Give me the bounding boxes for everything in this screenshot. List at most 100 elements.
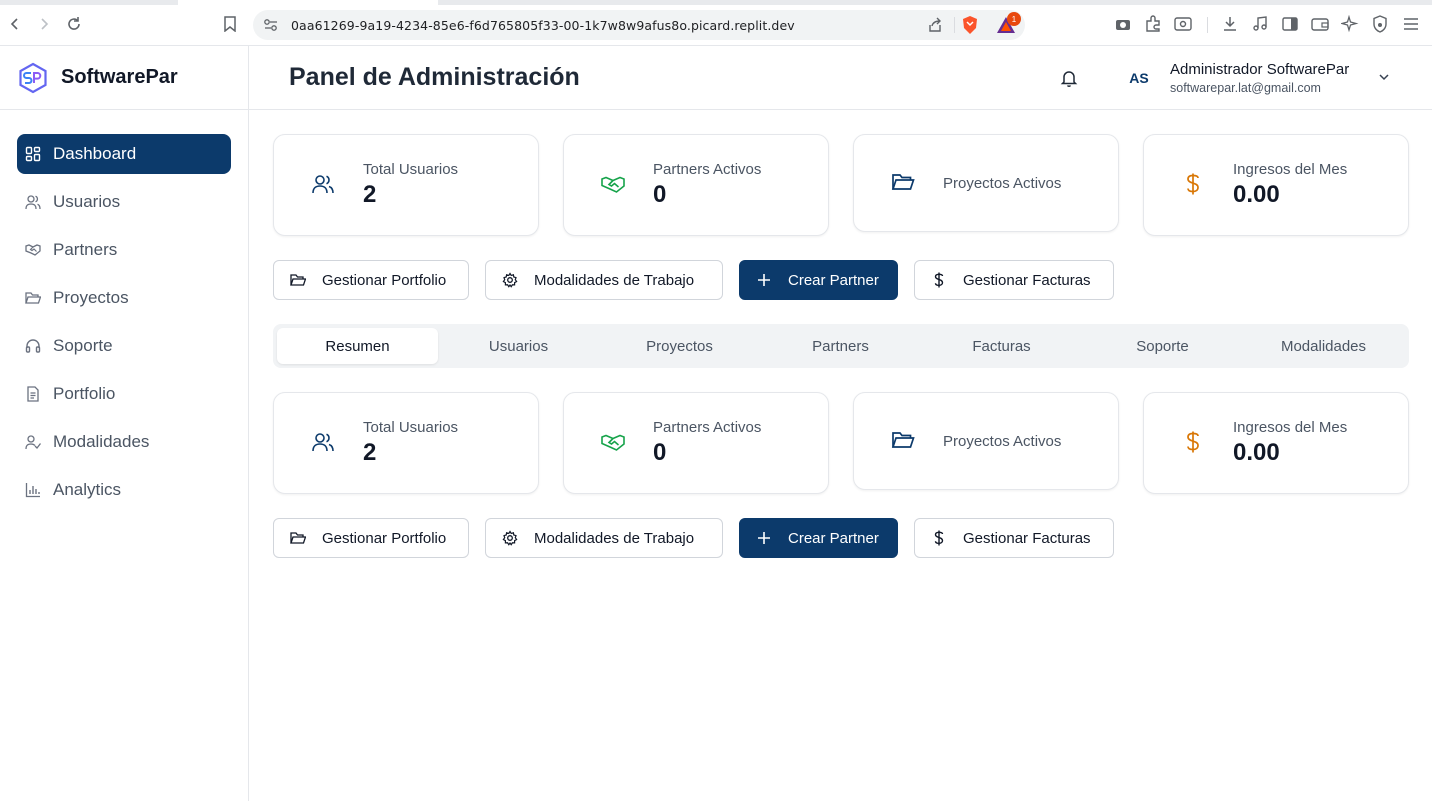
reload-icon[interactable]	[63, 13, 85, 35]
download-icon[interactable]	[1219, 13, 1241, 35]
button-label: Gestionar Facturas	[963, 529, 1091, 547]
user-check-icon	[25, 434, 41, 450]
gestionar-portfolio-button[interactable]: Gestionar Portfolio	[273, 518, 469, 558]
sidebar-item-label: Usuarios	[53, 192, 121, 211]
stat-label: Total Usuarios	[363, 419, 459, 436]
sidebar-item-label: Modalidades	[53, 432, 150, 451]
crear-partner-button[interactable]: Crear Partner	[739, 260, 898, 300]
gestionar-facturas-button[interactable]: Gestionar Facturas	[914, 518, 1114, 558]
sidebar-item-proyectos[interactable]: Proyectos	[17, 278, 231, 318]
sidebar-item-dashboard[interactable]: Dashboard	[17, 134, 231, 174]
stat-label: Partners Activos	[653, 419, 762, 436]
crear-partner-button[interactable]: Crear Partner	[739, 518, 898, 558]
stat-value: 2	[363, 439, 377, 466]
tab-proyectos[interactable]: Proyectos	[599, 328, 760, 364]
bar-chart-icon	[25, 482, 41, 498]
users-icon	[312, 433, 334, 452]
tab-soporte[interactable]: Soporte	[1082, 328, 1243, 364]
stat-label: Ingresos del Mes	[1233, 419, 1348, 436]
handshake-icon	[601, 176, 625, 193]
stats-row: Total Usuarios 2 Partners Activos 0 Proy…	[273, 134, 1409, 236]
tab-usuarios[interactable]: Usuarios	[438, 328, 599, 364]
stat-label: Total Usuarios	[363, 161, 459, 178]
bell-icon[interactable]	[1059, 68, 1079, 88]
sidebar-item-portfolio[interactable]: Portfolio	[17, 374, 231, 414]
stat-card-partners-activos: Partners Activos 0	[563, 134, 829, 236]
tab-partners[interactable]: Partners	[760, 328, 921, 364]
sidebar-item-soporte[interactable]: Soporte	[17, 326, 231, 366]
tab-facturas[interactable]: Facturas	[921, 328, 1082, 364]
tab-resumen[interactable]: Resumen	[277, 328, 438, 364]
sidebar-item-label: Partners	[53, 240, 118, 259]
handshake-icon	[601, 434, 625, 451]
button-label: Gestionar Facturas	[963, 271, 1091, 289]
user-name[interactable]: Administrador SoftwarePar	[1170, 61, 1349, 78]
wallet-icon[interactable]	[1309, 13, 1331, 35]
address-bar[interactable]: 0aa61269-9a19-4234-85e6-f6d765805f33-00-…	[253, 10, 1025, 40]
folder-icon	[25, 290, 41, 306]
back-icon[interactable]	[4, 13, 26, 35]
dollar-icon	[931, 272, 947, 288]
brand-name: SoftwarePar	[61, 66, 178, 88]
reader-icon[interactable]	[1172, 13, 1194, 35]
quick-actions: Gestionar Portfolio Modalidades de Traba…	[273, 518, 1409, 558]
brand-logo-icon	[19, 62, 47, 93]
page-title: Panel de Administración	[289, 63, 580, 91]
avatar[interactable]: AS	[1121, 60, 1157, 96]
button-label: Crear Partner	[788, 271, 879, 289]
user-email: softwarepar.lat@gmail.com	[1170, 81, 1321, 95]
url-text[interactable]: 0aa61269-9a19-4234-85e6-f6d765805f33-00-…	[291, 18, 795, 33]
vpn-icon[interactable]	[1369, 13, 1391, 35]
forward-icon[interactable]	[33, 13, 55, 35]
share-icon[interactable]	[927, 17, 943, 38]
stat-label: Partners Activos	[653, 161, 762, 178]
extensions-icon[interactable]	[1142, 13, 1164, 35]
stat-card-partners-activos: Partners Activos 0	[563, 392, 829, 494]
dashboard-icon	[25, 146, 41, 162]
stat-value: 2	[363, 181, 377, 208]
folder-icon	[290, 272, 306, 288]
modalidades-de-trabajo-button[interactable]: Modalidades de Trabajo	[485, 518, 723, 558]
sidebar-item-modalidades[interactable]: Modalidades	[17, 422, 231, 462]
active-tab[interactable]	[178, 0, 438, 5]
stat-label: Proyectos Activos	[943, 433, 1062, 450]
chevron-down-icon[interactable]	[1377, 70, 1391, 84]
sidebar: SoftwarePar Dashboard Usuarios Partners …	[0, 46, 249, 801]
gestionar-facturas-button[interactable]: Gestionar Facturas	[914, 260, 1114, 300]
stat-value: 0	[653, 439, 667, 466]
stat-card-ingresos-del-mes: Ingresos del Mes 0.00	[1143, 134, 1409, 236]
camera-icon[interactable]	[1112, 13, 1134, 35]
stat-value: 0	[653, 181, 667, 208]
sidebar-item-label: Analytics	[53, 480, 122, 499]
tab-modalidades[interactable]: Modalidades	[1243, 328, 1404, 364]
sidebar-item-analytics[interactable]: Analytics	[17, 470, 231, 510]
stat-card-total-usuarios: Total Usuarios 2	[273, 134, 539, 236]
quick-actions: Gestionar Portfolio Modalidades de Traba…	[273, 260, 1409, 300]
brave-shield-icon[interactable]	[961, 15, 979, 40]
site-settings-icon[interactable]	[263, 18, 279, 37]
button-label: Crear Partner	[788, 529, 879, 547]
sidebar-toggle-icon[interactable]	[1279, 13, 1301, 35]
sidebar-item-usuarios[interactable]: Usuarios	[17, 182, 231, 222]
stat-card-ingresos-del-mes: Ingresos del Mes 0.00	[1143, 392, 1409, 494]
stat-value: 0.00	[1233, 439, 1280, 466]
bookmark-icon[interactable]	[219, 13, 241, 35]
gear-icon	[502, 272, 518, 288]
gestionar-portfolio-button[interactable]: Gestionar Portfolio	[273, 260, 469, 300]
plus-icon	[756, 272, 772, 288]
modalidades-de-trabajo-button[interactable]: Modalidades de Trabajo	[485, 260, 723, 300]
menu-icon[interactable]	[1400, 13, 1422, 35]
button-label: Modalidades de Trabajo	[534, 529, 695, 547]
sidebar-item-label: Portfolio	[53, 384, 116, 403]
stat-value: 0.00	[1233, 181, 1280, 208]
media-icon[interactable]	[1249, 13, 1271, 35]
brand[interactable]: SoftwarePar	[0, 46, 248, 110]
sidebar-item-partners[interactable]: Partners	[17, 230, 231, 270]
leo-ai-icon[interactable]	[1339, 13, 1361, 35]
sidebar-item-label: Dashboard	[53, 144, 137, 163]
notification-badge: 1	[1007, 12, 1021, 26]
stat-card-proyectos-activos: Proyectos Activos	[853, 134, 1119, 232]
document-icon	[25, 386, 41, 402]
tabs-list: Resumen Usuarios Proyectos Partners Fact…	[273, 324, 1409, 368]
dollar-icon	[1187, 173, 1199, 195]
